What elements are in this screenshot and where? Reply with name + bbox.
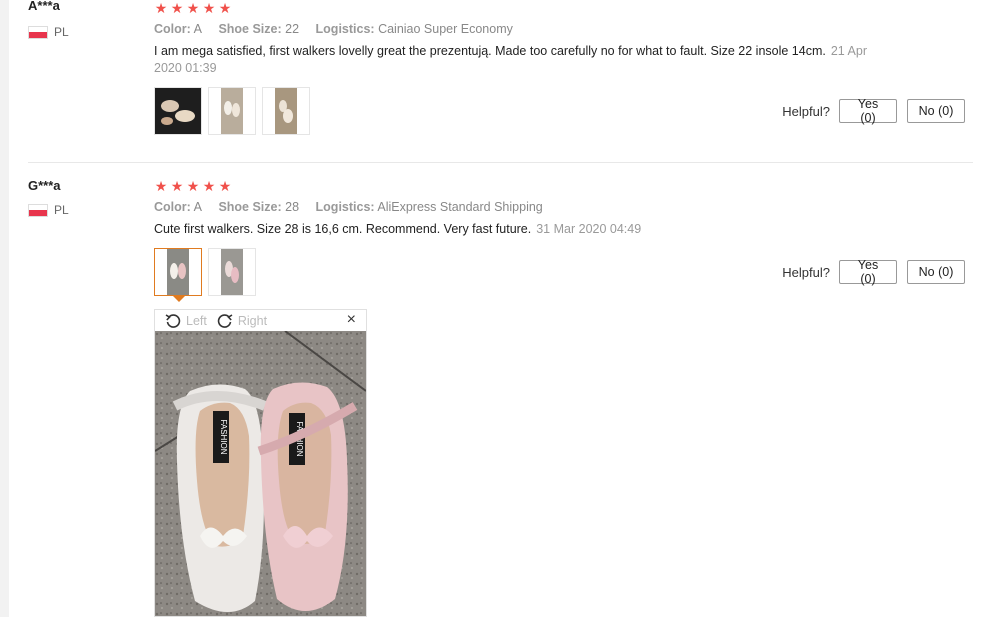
rating-stars: ★ ★ ★ ★ ★ [154,178,973,194]
left-rail [0,0,9,617]
review-attributes: Color: A Shoe Size: 28 Logistics: AliExp… [154,200,973,214]
review-photo-thumbnail[interactable] [154,87,202,135]
size-label: Shoe Size: [218,200,282,214]
shoes-photo-icon [275,88,297,134]
rotate-right-icon [217,313,233,328]
review-text: I am mega satisfied, first walkers lovel… [154,43,884,77]
reviewer-name: G***a [28,178,61,193]
helpful-no-button[interactable]: No (0) [907,99,965,123]
review-photo-thumbnail[interactable] [208,87,256,135]
photo-viewer: Left Right × FASHION FASHION [154,309,367,617]
star-icon: ★ [170,178,184,194]
rotate-left-button[interactable]: Left [165,313,207,329]
review-photo-thumbnail[interactable] [262,87,310,135]
flag-icon [28,25,48,39]
helpful-voting: Helpful? Yes (0) No (0) [782,258,965,286]
photo-viewer-toolbar: Left Right × [155,310,366,331]
star-icon: ★ [202,0,216,16]
review-body: Cute first walkers. Size 28 is 16,6 cm. … [154,222,532,236]
rating-stars: ★ ★ ★ ★ ★ [154,0,973,16]
reviewer-name: A***a [28,0,60,13]
review-photo-thumbnail[interactable] [208,248,256,296]
shoes-photo: FASHION FASHION [155,331,366,616]
star-icon: ★ [170,0,184,16]
helpful-label: Helpful? [782,103,830,119]
close-icon[interactable]: × [347,311,356,329]
helpful-voting: Helpful? Yes (0) No (0) [782,97,965,125]
star-icon: ★ [218,178,232,194]
flag-icon [28,203,48,217]
reviewer-country: PL [28,203,69,217]
helpful-yes-button[interactable]: Yes (0) [839,258,897,286]
country-code: PL [54,25,69,39]
shoes-photo-icon [167,249,189,295]
rotate-left-icon [165,313,181,328]
color-label: Color: [154,200,191,214]
color-value: A [193,22,202,36]
review-attributes: Color: A Shoe Size: 22 Logistics: Cainia… [154,22,973,36]
review-text: Cute first walkers. Size 28 is 16,6 cm. … [154,221,884,238]
rotate-right-label: Right [237,313,268,328]
star-icon: ★ [186,178,200,194]
logistics-value: AliExpress Standard Shipping [377,200,543,214]
photo-label-left: FASHION [219,419,228,454]
star-icon: ★ [154,0,168,16]
size-label: Shoe Size: [218,22,282,36]
logistics-value: Cainiao Super Economy [378,22,513,36]
rotate-left-label: Left [186,313,207,328]
helpful-no-button[interactable]: No (0) [907,260,965,284]
country-code: PL [54,203,69,217]
shoes-photo-icon [221,88,243,134]
star-icon: ★ [154,178,168,194]
size-value: 22 [285,22,300,36]
helpful-yes-button[interactable]: Yes (0) [839,97,897,125]
review-date: 31 Mar 2020 04:49 [536,222,642,236]
review-divider [28,162,973,163]
star-icon: ★ [186,0,200,16]
color-value: A [193,200,202,214]
star-icon: ★ [202,178,216,194]
reviewer-country: PL [28,25,69,39]
color-label: Color: [154,22,191,36]
size-value: 28 [285,200,300,214]
review-body: I am mega satisfied, first walkers lovel… [154,44,826,58]
enlarged-review-photo: FASHION FASHION [155,331,366,616]
rotate-right-button[interactable]: Right [217,313,267,329]
shoes-photo-icon [221,249,243,295]
logistics-label: Logistics: [315,200,375,214]
logistics-label: Logistics: [315,22,375,36]
star-icon: ★ [218,0,232,16]
shoes-photo-icon [155,88,201,134]
review-photo-thumbnail-selected[interactable] [154,248,202,302]
helpful-label: Helpful? [782,264,830,280]
